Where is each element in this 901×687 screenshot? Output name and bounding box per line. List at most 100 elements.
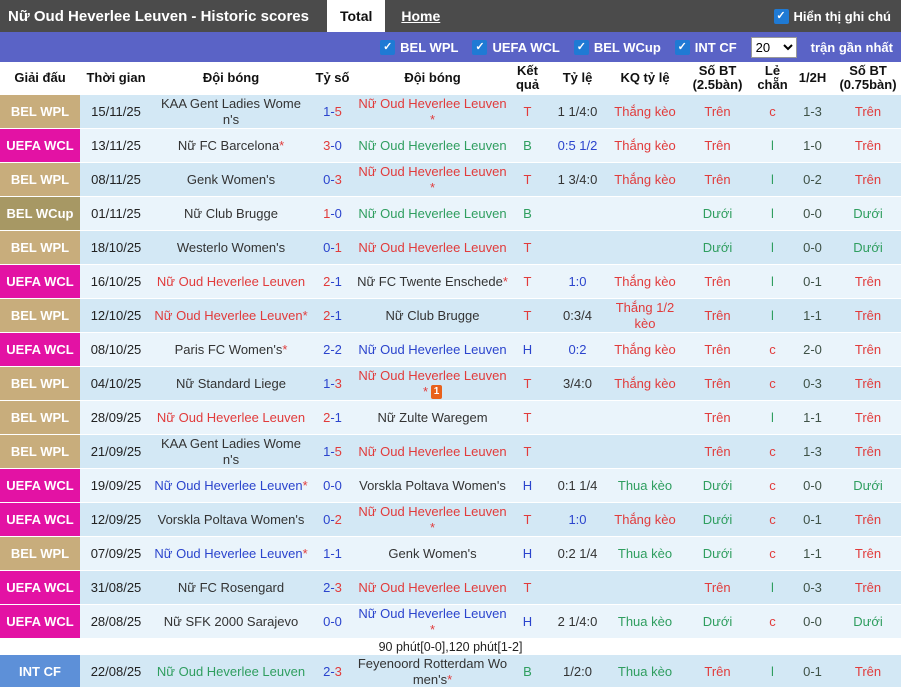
match-date: 28/09/25 (80, 410, 152, 426)
result-letter: B (510, 138, 545, 154)
star-marker: * (279, 138, 284, 153)
table-header: Giải đấu Thời gian Đội bóng Tỷ số Đội bó… (0, 62, 901, 95)
handicap-odds: 1:0 (545, 512, 610, 528)
table-row[interactable]: UEFA WCL28/08/25Nữ SFK 2000 Sarajevo0-0N… (0, 605, 901, 639)
tab-home[interactable]: Home (395, 0, 446, 32)
team-name: Nữ Zulte Waregem (377, 410, 487, 425)
star-marker: * (430, 520, 435, 535)
star-marker: * (303, 478, 308, 493)
score: 0-3 (310, 172, 355, 188)
home-team: Nữ Standard Liege (152, 376, 310, 392)
handicap-odds: 1:0 (545, 274, 610, 290)
recent-count-select[interactable]: 20 (751, 37, 797, 58)
table-row[interactable]: BEL WPL07/09/25Nữ Oud Heverlee Leuven*1-… (0, 537, 901, 571)
table-row[interactable]: BEL WCup01/11/25Nữ Club Brugge1-0Nữ Oud … (0, 197, 901, 231)
home-team: KAA Gent Ladies Women's (152, 96, 310, 127)
over-under-075: Trên (835, 410, 901, 426)
checkbox-check-icon[interactable]: ✓ (675, 40, 690, 55)
table-row[interactable]: BEL WPL08/11/25Genk Women's0-3Nữ Oud Hev… (0, 163, 901, 197)
score: 2-3 (310, 580, 355, 596)
star-marker: * (303, 546, 308, 561)
odd-even: c (755, 478, 790, 494)
away-team: Nữ Zulte Waregem (355, 410, 510, 426)
star-marker: * (430, 112, 435, 127)
league-filter-bel-wcup[interactable]: ✓ BEL WCup (574, 40, 661, 55)
team-name: Vorskla Poltava Women's (359, 478, 506, 493)
over-under-075: Trên (835, 664, 901, 680)
filter-bar: ✓ BEL WPL ✓ UEFA WCL ✓ BEL WCup ✓ INT CF… (0, 32, 901, 62)
team-name: Nữ Oud Heverlee Leuven (157, 274, 305, 289)
checkbox-check-icon[interactable]: ✓ (774, 9, 789, 24)
table-row[interactable]: BEL WPL15/11/25KAA Gent Ladies Women's1-… (0, 95, 901, 129)
handicap-result: Thắng kèo (610, 274, 680, 290)
league-filter-int-cf[interactable]: ✓ INT CF (675, 40, 737, 55)
team-name: Nữ FC Twente Enschede (357, 274, 503, 289)
handicap-odds: 0:2 (545, 342, 610, 358)
home-team: Nữ SFK 2000 Sarajevo (152, 614, 310, 630)
table-row[interactable]: UEFA WCL31/08/25Nữ FC Rosengard2-3Nữ Oud… (0, 571, 901, 605)
result-letter: T (510, 376, 545, 392)
away-team: Nữ Oud Heverlee Leuven (355, 206, 510, 222)
league-badge: BEL WPL (0, 163, 80, 196)
column-header: Số BT (2.5bàn) (680, 64, 755, 93)
checkbox-check-icon[interactable]: ✓ (472, 40, 487, 55)
table-row[interactable]: UEFA WCL16/10/25Nữ Oud Heverlee Leuven2-… (0, 265, 901, 299)
table-row[interactable]: INT CF22/08/25Nữ Oud Heverlee Leuven2-3F… (0, 655, 901, 687)
handicap-result: Thắng kèo (610, 172, 680, 188)
league-badge: UEFA WCL (0, 469, 80, 502)
handicap-odds: 0:3/4 (545, 308, 610, 324)
show-notes-toggle[interactable]: ✓ Hiển thị ghi chú (774, 9, 901, 24)
result-letter: T (510, 172, 545, 188)
league-filter-bel-wpl[interactable]: ✓ BEL WPL (380, 40, 458, 55)
table-row[interactable]: BEL WPL28/09/25Nữ Oud Heverlee Leuven2-1… (0, 401, 901, 435)
league-filter-uefa-wcl[interactable]: ✓ UEFA WCL (472, 40, 559, 55)
league-badge: UEFA WCL (0, 571, 80, 604)
league-filter-label: BEL WPL (400, 40, 458, 55)
over-under-075: Trên (835, 308, 901, 324)
league-badge: UEFA WCL (0, 129, 80, 162)
odd-even: l (755, 664, 790, 680)
table-row[interactable]: BEL WPL12/10/25Nữ Oud Heverlee Leuven*2-… (0, 299, 901, 333)
away-team: Nữ Club Brugge (355, 308, 510, 324)
score: 2-3 (310, 664, 355, 680)
over-under-075: Dưới (835, 206, 901, 222)
result-letter: T (510, 410, 545, 426)
handicap-result: Thắng kèo (610, 138, 680, 154)
table-row[interactable]: UEFA WCL12/09/25Vorskla Poltava Women's0… (0, 503, 901, 537)
score: 2-1 (310, 308, 355, 324)
handicap-result: Thua kèo (610, 614, 680, 630)
result-letter: H (510, 546, 545, 562)
handicap-odds: 1 1/4:0 (545, 104, 610, 120)
checkbox-check-icon[interactable]: ✓ (574, 40, 589, 55)
away-score: 1 (335, 546, 342, 561)
match-date: 12/10/25 (80, 308, 152, 324)
tab-total[interactable]: Total (327, 0, 385, 32)
recent-count-label: trận gần nhất (811, 40, 893, 55)
handicap-result: Thua kèo (610, 664, 680, 680)
over-under-075: Trên (835, 274, 901, 290)
checkbox-check-icon[interactable]: ✓ (380, 40, 395, 55)
table-row[interactable]: BEL WPL18/10/25Westerlo Women's0-1Nữ Oud… (0, 231, 901, 265)
result-letter: T (510, 104, 545, 120)
team-name: Nữ Oud Heverlee Leuven (358, 138, 506, 153)
half-time-score: 1-3 (790, 104, 835, 120)
team-name: Nữ Oud Heverlee Leuven (154, 308, 302, 323)
league-badge: BEL WPL (0, 95, 80, 128)
odd-even: c (755, 546, 790, 562)
table-row[interactable]: UEFA WCL19/09/25Nữ Oud Heverlee Leuven*0… (0, 469, 901, 503)
half-time-score: 0-2 (790, 172, 835, 188)
away-team: Nữ Oud Heverlee Leuven* (355, 164, 510, 195)
table-row[interactable]: UEFA WCL08/10/25Paris FC Women's*2-2Nữ O… (0, 333, 901, 367)
away-score: 0 (335, 206, 342, 221)
table-row[interactable]: BEL WPL04/10/25Nữ Standard Liege1-3Nữ Ou… (0, 367, 901, 401)
score: 0-0 (310, 478, 355, 494)
table-row[interactable]: BEL WPL21/09/25KAA Gent Ladies Women's1-… (0, 435, 901, 469)
away-team: Nữ Oud Heverlee Leuven*1 (355, 368, 510, 399)
team-name: Nữ Oud Heverlee Leuven (358, 368, 506, 383)
half-time-score: 0-0 (790, 240, 835, 256)
over-under-25: Dưới (680, 478, 755, 494)
over-under-075: Dưới (835, 614, 901, 630)
odd-even: c (755, 444, 790, 460)
table-row[interactable]: UEFA WCL13/11/25Nữ FC Barcelona*3-0Nữ Ou… (0, 129, 901, 163)
team-name: Westerlo Women's (177, 240, 285, 255)
